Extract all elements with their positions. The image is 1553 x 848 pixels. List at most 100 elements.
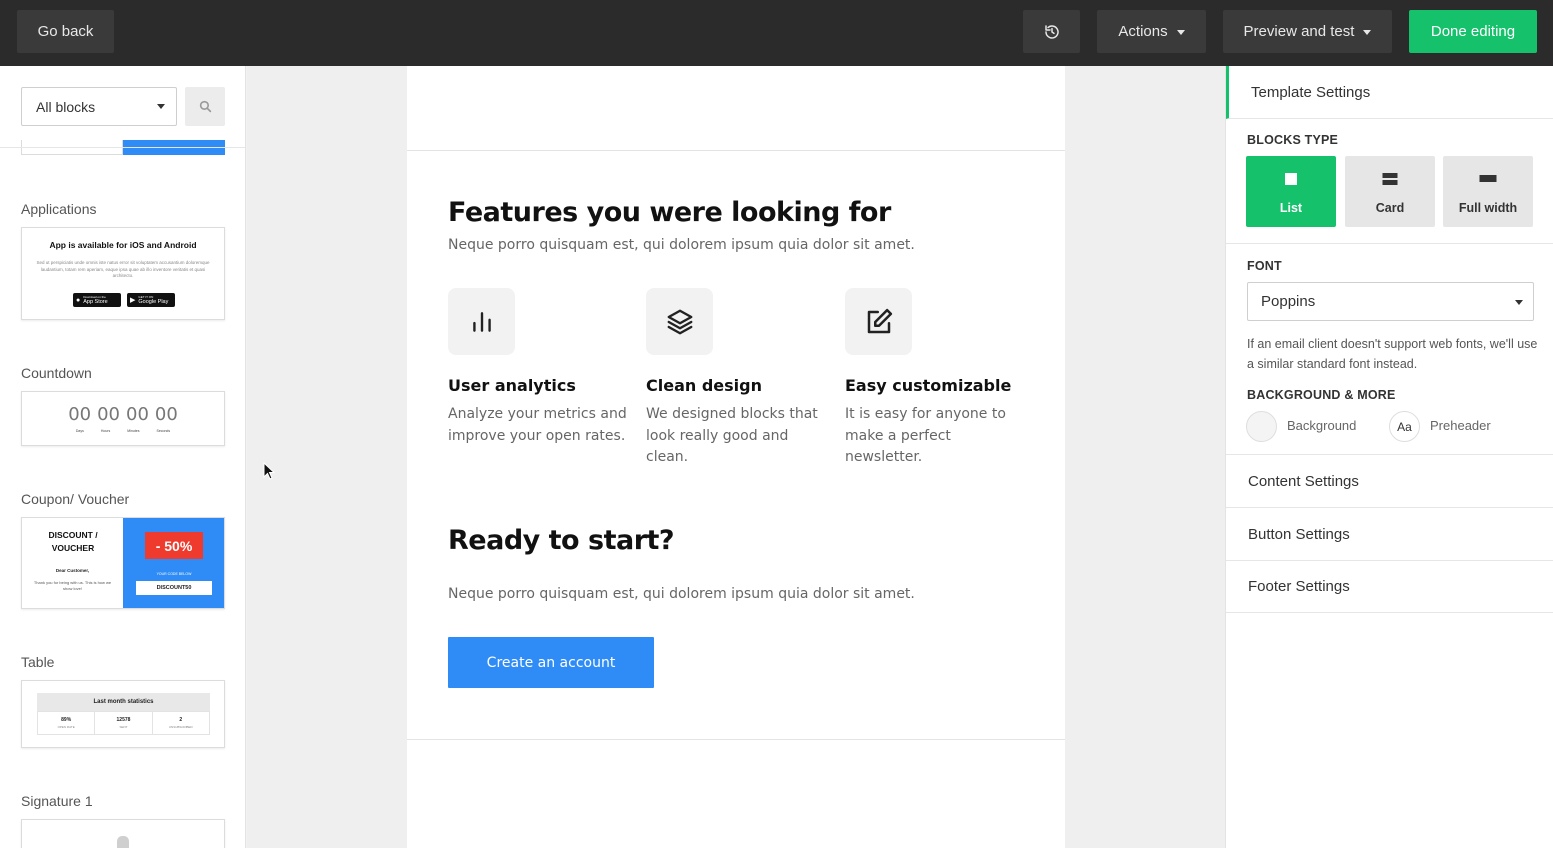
search-icon [199, 100, 211, 113]
preview-test-dropdown[interactable]: Preview and test [1223, 10, 1392, 53]
history-icon [1044, 24, 1059, 39]
feature-text[interactable]: We designed blocks that look really good… [646, 404, 831, 469]
done-editing-button[interactable]: Done editing [1409, 10, 1537, 53]
preheader-label[interactable]: Preheader [1430, 418, 1491, 433]
countdown-minutes: 00 [126, 404, 149, 425]
countdown-digits: 00 00 00 00 [22, 404, 224, 425]
apple-icon: ● [76, 296, 81, 304]
coupon-thumb-discount: - 50% [145, 532, 203, 559]
countdown-seconds: 00 [154, 404, 178, 425]
coupon-thumb-title: DISCOUNT / VOUCHER [48, 530, 98, 553]
background-more-label: BACKGROUND & MORE [1247, 388, 1396, 402]
ready-heading[interactable]: Ready to start? [448, 525, 675, 556]
text-icon: Aa [1397, 419, 1412, 434]
layers-icon [667, 309, 692, 334]
block-thumb-signature[interactable] [21, 819, 225, 848]
feature-text[interactable]: It is easy for anyone to make a perfect … [845, 404, 1030, 469]
table-thumb-body: 89% OPEN RATE 12578 SENT 2 UNSUBSCRIBED [37, 711, 210, 735]
block-thumb-coupon[interactable]: DISCOUNT / VOUCHER Dear Customer, Thank … [21, 517, 225, 609]
features-lead[interactable]: Neque porro quisquam est, qui dolorem ip… [448, 237, 915, 253]
category-countdown: Countdown [21, 365, 92, 381]
create-account-label: Create an account [486, 654, 616, 671]
feature-title[interactable]: Clean design [646, 376, 762, 395]
app-store-label: App Store [83, 299, 108, 305]
blocks-filter-value: All blocks [36, 98, 96, 115]
preheader-button[interactable]: Aa [1389, 411, 1420, 442]
block-divider [407, 739, 1065, 740]
blocks-filter-select[interactable]: All blocks [21, 87, 177, 126]
coupon-thumb-blue: - 50% YOUR CODE BELOW DISCOUNT50 [123, 518, 224, 608]
feature-icon-box [448, 288, 515, 355]
blocks-sidebar: All blocks Applications App is available… [0, 66, 246, 848]
app-thumb-body: Sed ut perspiciatis unde omnis iste natu… [36, 260, 210, 278]
card-icon [1382, 173, 1398, 185]
font-select[interactable]: Poppins [1247, 282, 1534, 321]
background-color-swatch[interactable] [1246, 411, 1277, 442]
block-thumb-applications[interactable]: App is available for iOS and Android Sed… [21, 227, 225, 320]
feature-text[interactable]: Analyze your metrics and improve your op… [448, 404, 633, 447]
block-divider [407, 150, 1065, 151]
category-signature: Signature 1 [21, 793, 93, 809]
ready-lead[interactable]: Neque porro quisquam est, qui dolorem ip… [448, 586, 915, 602]
signature-avatar-icon [117, 836, 129, 848]
feature-icon-box [845, 288, 912, 355]
template-settings-title: Template Settings [1251, 83, 1371, 101]
search-button[interactable] [185, 87, 225, 126]
category-coupon: Coupon/ Voucher [21, 491, 130, 507]
blocks-type-label-text: Card [1375, 201, 1405, 215]
bar-chart-icon [472, 311, 491, 332]
blocks-type-list[interactable]: List [1246, 156, 1336, 227]
blocks-type-card[interactable]: Card [1345, 156, 1435, 227]
create-account-button[interactable]: Create an account [448, 637, 654, 688]
table-thumb-value: 2 [179, 717, 183, 723]
block-thumb-table[interactable]: Last month statistics 89% OPEN RATE 1257… [21, 680, 225, 748]
chevron-down-icon [1515, 300, 1523, 305]
email-preview: Features you were looking for Neque porr… [407, 66, 1065, 848]
feature-title[interactable]: Easy customizable [845, 376, 1011, 395]
edit-icon [867, 308, 892, 333]
feature-title[interactable]: User analytics [448, 376, 576, 395]
section-title: Button Settings [1248, 525, 1350, 543]
feature-icon-box [646, 288, 713, 355]
actions-dropdown[interactable]: Actions [1097, 10, 1206, 53]
content-settings-section[interactable]: Content Settings [1226, 455, 1553, 508]
template-settings-header[interactable]: Template Settings [1226, 66, 1553, 119]
history-button[interactable] [1023, 10, 1080, 53]
countdown-labels: Days Hours Minutes Seconds [22, 429, 224, 433]
google-play-label: Google Play [138, 299, 169, 305]
blocks-type-label-text: Full width [1458, 201, 1518, 215]
font-select-value: Poppins [1261, 293, 1316, 310]
go-back-label: Go back [37, 23, 94, 40]
table-thumb-header: Last month statistics [37, 693, 210, 711]
category-applications: Applications [21, 201, 97, 217]
blocks-type-full-width[interactable]: Full width [1443, 156, 1533, 227]
blocks-type-label: BLOCKS TYPE [1247, 133, 1339, 147]
background-label[interactable]: Background [1287, 418, 1356, 433]
go-back-button[interactable]: Go back [17, 10, 114, 53]
chevron-down-icon [1176, 29, 1185, 35]
google-play-badge: ▶ GET IT ON Google Play [127, 293, 175, 307]
top-toolbar: Go back Actions Preview and test Done ed… [0, 0, 1553, 66]
list-icon [1285, 173, 1297, 185]
footer-settings-section[interactable]: Footer Settings [1226, 560, 1553, 613]
coupon-thumb-body: Thank you for being with us. This is how… [33, 580, 112, 591]
countdown-hours: 00 [97, 404, 120, 425]
table-thumb-label: UNSUBSCRIBED [168, 725, 193, 729]
full-width-icon [1479, 175, 1497, 182]
button-settings-section[interactable]: Button Settings [1226, 508, 1553, 561]
preview-label: Preview and test [1243, 23, 1355, 40]
countdown-label: Hours [100, 429, 111, 433]
coupon-thumb-greeting: Dear Customer, [55, 568, 90, 573]
settings-panel: Template Settings BLOCKS TYPE List Card … [1225, 66, 1553, 848]
section-divider [1226, 243, 1553, 244]
countdown-label: Days [75, 429, 84, 433]
chevron-down-icon [157, 104, 165, 109]
features-heading[interactable]: Features you were looking for [448, 197, 891, 228]
play-icon: ▶ [130, 296, 136, 304]
table-thumb-value: 89% [61, 717, 72, 723]
coupon-thumb-code: DISCOUNT50 [136, 581, 212, 595]
block-thumb-countdown[interactable]: 00 00 00 00 Days Hours Minutes Seconds [21, 391, 225, 446]
sidebar-divider [0, 147, 245, 148]
done-editing-label: Done editing [1430, 23, 1516, 40]
app-thumb-title: App is available for iOS and Android [49, 240, 197, 250]
